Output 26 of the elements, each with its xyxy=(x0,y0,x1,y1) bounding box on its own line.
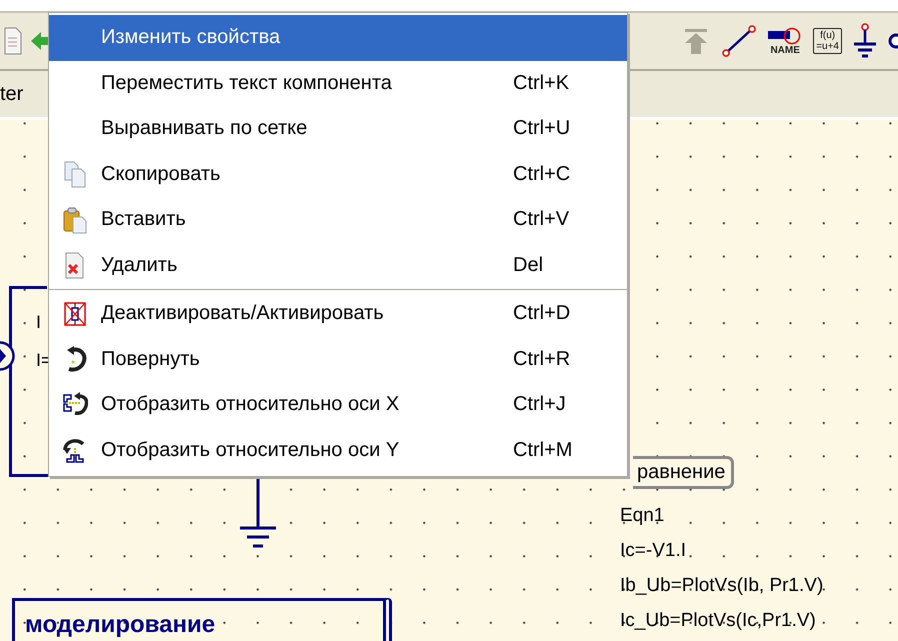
menu-item[interactable]: Скопировать Ctrl+C xyxy=(49,152,627,197)
menu-item[interactable]: Деактивировать/Активировать Ctrl+D xyxy=(49,291,627,336)
menu-item[interactable]: Изменить свойства xyxy=(49,15,627,60)
equation-tool-button[interactable]: f(u) =u+4 xyxy=(813,28,842,54)
menu-item[interactable]: Повернуть Ctrl+R xyxy=(49,336,627,382)
menu-item[interactable]: Отобразить относительно оси Y Ctrl+M xyxy=(49,428,627,473)
equation-line: Ic=-V1.I xyxy=(620,540,686,562)
menu-item[interactable]: Отобразить относительно оси X Ctrl+J xyxy=(49,382,627,428)
menu-item[interactable]: Выравнивать по сетке Ctrl+U xyxy=(49,106,627,152)
ground-icon[interactable] xyxy=(852,23,878,59)
menu-item[interactable]: Вставить Ctrl+V xyxy=(49,197,627,242)
component-crossed-icon xyxy=(62,300,88,328)
paste-icon xyxy=(62,206,88,234)
menu-item[interactable]: Удалить Del xyxy=(49,242,627,288)
menu-item[interactable]: Переместить текст компонента Ctrl+K xyxy=(49,60,627,106)
label-tool-button[interactable]: NAME xyxy=(767,26,804,56)
text-box: моделирование xyxy=(12,598,392,641)
equation-component: равнение xyxy=(633,456,734,489)
component-label: I xyxy=(36,312,42,333)
equation-line: Ic_Ub=PlotVs(Ic,Pr1.V) xyxy=(620,610,816,632)
document-icon[interactable] xyxy=(3,26,23,56)
panel-title: ter xyxy=(0,82,24,106)
equation-line: Eqn1 xyxy=(620,505,664,527)
wire-icon[interactable] xyxy=(721,24,758,58)
equation-line: Ib_Ub=PlotVs(Ib, Pr1.V) xyxy=(620,575,824,597)
copy-icon xyxy=(62,160,88,188)
